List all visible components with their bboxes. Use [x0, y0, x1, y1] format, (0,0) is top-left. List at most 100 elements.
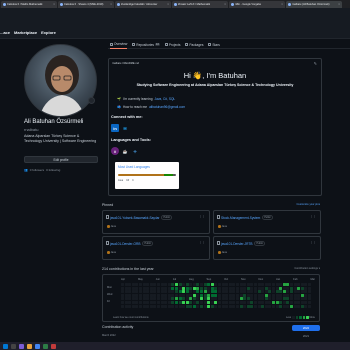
contribution-cell[interactable]	[257, 304, 261, 308]
contribution-cell[interactable]	[279, 300, 283, 304]
close-icon[interactable]: ×	[53, 2, 55, 6]
app-icon[interactable]	[43, 343, 48, 349]
contribution-cell[interactable]	[196, 290, 200, 294]
close-icon[interactable]: ×	[110, 2, 112, 6]
contribution-cell[interactable]	[146, 290, 150, 294]
drag-handle-icon[interactable]: ⋮⋮	[199, 214, 205, 218]
contribution-cell[interactable]	[279, 304, 283, 308]
contribution-cell[interactable]	[178, 304, 182, 308]
contribution-cell[interactable]	[160, 290, 164, 294]
contribution-cell[interactable]	[250, 286, 254, 290]
contribution-cell[interactable]	[178, 297, 182, 301]
contribution-cell[interactable]	[225, 304, 229, 308]
contribution-cell[interactable]	[210, 283, 214, 286]
contribution-cell[interactable]	[210, 304, 214, 308]
contribution-cell[interactable]	[275, 286, 279, 290]
contribution-cell[interactable]	[253, 293, 257, 297]
contribution-cell[interactable]	[304, 300, 308, 304]
contribution-cell[interactable]	[146, 293, 150, 297]
start-icon[interactable]	[3, 343, 8, 349]
contribution-cell[interactable]	[174, 286, 178, 290]
contribution-cell[interactable]	[286, 304, 290, 308]
app-icon[interactable]	[51, 343, 56, 349]
contribution-cell[interactable]	[149, 290, 153, 294]
contribution-cell[interactable]	[174, 283, 178, 286]
contribution-cell[interactable]	[307, 286, 311, 290]
set-status-button[interactable]	[88, 97, 95, 104]
contribution-cell[interactable]	[167, 297, 171, 301]
contribution-cell[interactable]	[250, 297, 254, 301]
contribution-cell[interactable]	[128, 297, 132, 301]
contribution-cell[interactable]	[160, 293, 164, 297]
contribution-cell[interactable]	[286, 286, 290, 290]
pinned-repo-card[interactable]: java101-Dersler-ORB Public ⋮⋮ Java	[102, 236, 210, 260]
contribution-cell[interactable]	[156, 293, 160, 297]
contribution-cell[interactable]	[221, 286, 225, 290]
close-icon[interactable]: ×	[224, 2, 226, 6]
contribution-cell[interactable]	[189, 290, 193, 294]
contribution-cell[interactable]	[121, 283, 124, 286]
contribution-cell[interactable]	[128, 283, 132, 286]
header-nav-explore[interactable]: Explore	[41, 30, 56, 35]
reach-email[interactable]: alibatuhan96@gmail.com	[149, 105, 185, 109]
contribution-cell[interactable]	[268, 286, 272, 290]
contribution-cell[interactable]	[236, 283, 239, 286]
contribution-cell[interactable]	[128, 290, 132, 294]
contribution-cell[interactable]	[257, 286, 261, 290]
contribution-cell[interactable]	[214, 304, 218, 308]
contribution-cell[interactable]	[236, 300, 239, 304]
contribution-cell[interactable]	[271, 304, 275, 308]
contribution-cell[interactable]	[239, 290, 243, 294]
contribution-cell[interactable]	[225, 293, 229, 297]
contribution-cell[interactable]	[196, 304, 200, 308]
contribution-cell[interactable]	[297, 286, 301, 290]
contribution-cell[interactable]	[174, 304, 178, 308]
contribution-cell[interactable]	[146, 286, 150, 290]
contribution-cell[interactable]	[304, 290, 308, 294]
contribution-cell[interactable]	[167, 290, 171, 294]
tab-packages[interactable]: Packages	[185, 40, 203, 49]
contribution-cell[interactable]	[297, 290, 301, 294]
contribution-cell[interactable]	[124, 300, 128, 304]
year-button[interactable]: 2021	[292, 333, 320, 339]
contribution-cell[interactable]	[185, 304, 189, 308]
contribution-cell[interactable]	[279, 290, 283, 294]
pinned-repo-card[interactable]: Stock-Management-System Public ⋮⋮ Java	[213, 210, 321, 234]
contribution-cell[interactable]	[236, 290, 239, 294]
contribution-cell[interactable]	[236, 297, 239, 301]
contribution-cell[interactable]	[142, 283, 146, 286]
contribution-cell[interactable]	[160, 300, 164, 304]
contribution-cell[interactable]	[121, 290, 124, 294]
contribution-cell[interactable]	[304, 297, 308, 301]
contribution-cell[interactable]	[124, 283, 128, 286]
contribution-cell[interactable]	[239, 304, 243, 308]
contribution-cell[interactable]	[142, 297, 146, 301]
contribution-cell[interactable]	[282, 286, 286, 290]
contribution-cell[interactable]	[261, 304, 265, 308]
contribution-cell[interactable]	[203, 290, 207, 294]
pinned-repo-card[interactable]: java101-Yuksek-Basamaklı-Sayılar Public ⋮…	[102, 210, 210, 234]
linkedin-icon[interactable]: in	[111, 124, 119, 132]
contribution-cell[interactable]	[182, 286, 186, 290]
contribution-cell[interactable]	[121, 293, 124, 297]
contribution-cell[interactable]	[221, 300, 225, 304]
contribution-cell[interactable]	[264, 286, 268, 290]
tab-stars[interactable]: Stars	[208, 40, 220, 49]
contribution-cell[interactable]	[250, 293, 254, 297]
contribution-cell[interactable]	[232, 300, 236, 304]
contribution-cell[interactable]	[131, 304, 135, 308]
contribution-cell[interactable]	[153, 293, 157, 297]
contribution-cell[interactable]	[153, 297, 157, 301]
contribution-cell[interactable]	[128, 304, 132, 308]
contribution-cell[interactable]	[289, 304, 293, 308]
contribution-cell[interactable]	[293, 300, 297, 304]
contribution-cell[interactable]	[214, 290, 218, 294]
contribution-cell[interactable]	[178, 293, 182, 297]
contribution-cell[interactable]	[275, 297, 279, 301]
contribution-cell[interactable]	[171, 297, 175, 301]
contribution-cell[interactable]	[160, 286, 164, 290]
contribution-cell[interactable]	[167, 283, 171, 286]
contribution-cell[interactable]	[185, 300, 189, 304]
contribution-cell[interactable]	[246, 293, 250, 297]
browser-tab[interactable]: Zinsatz LaTeX / Mathematik ×	[172, 0, 228, 8]
